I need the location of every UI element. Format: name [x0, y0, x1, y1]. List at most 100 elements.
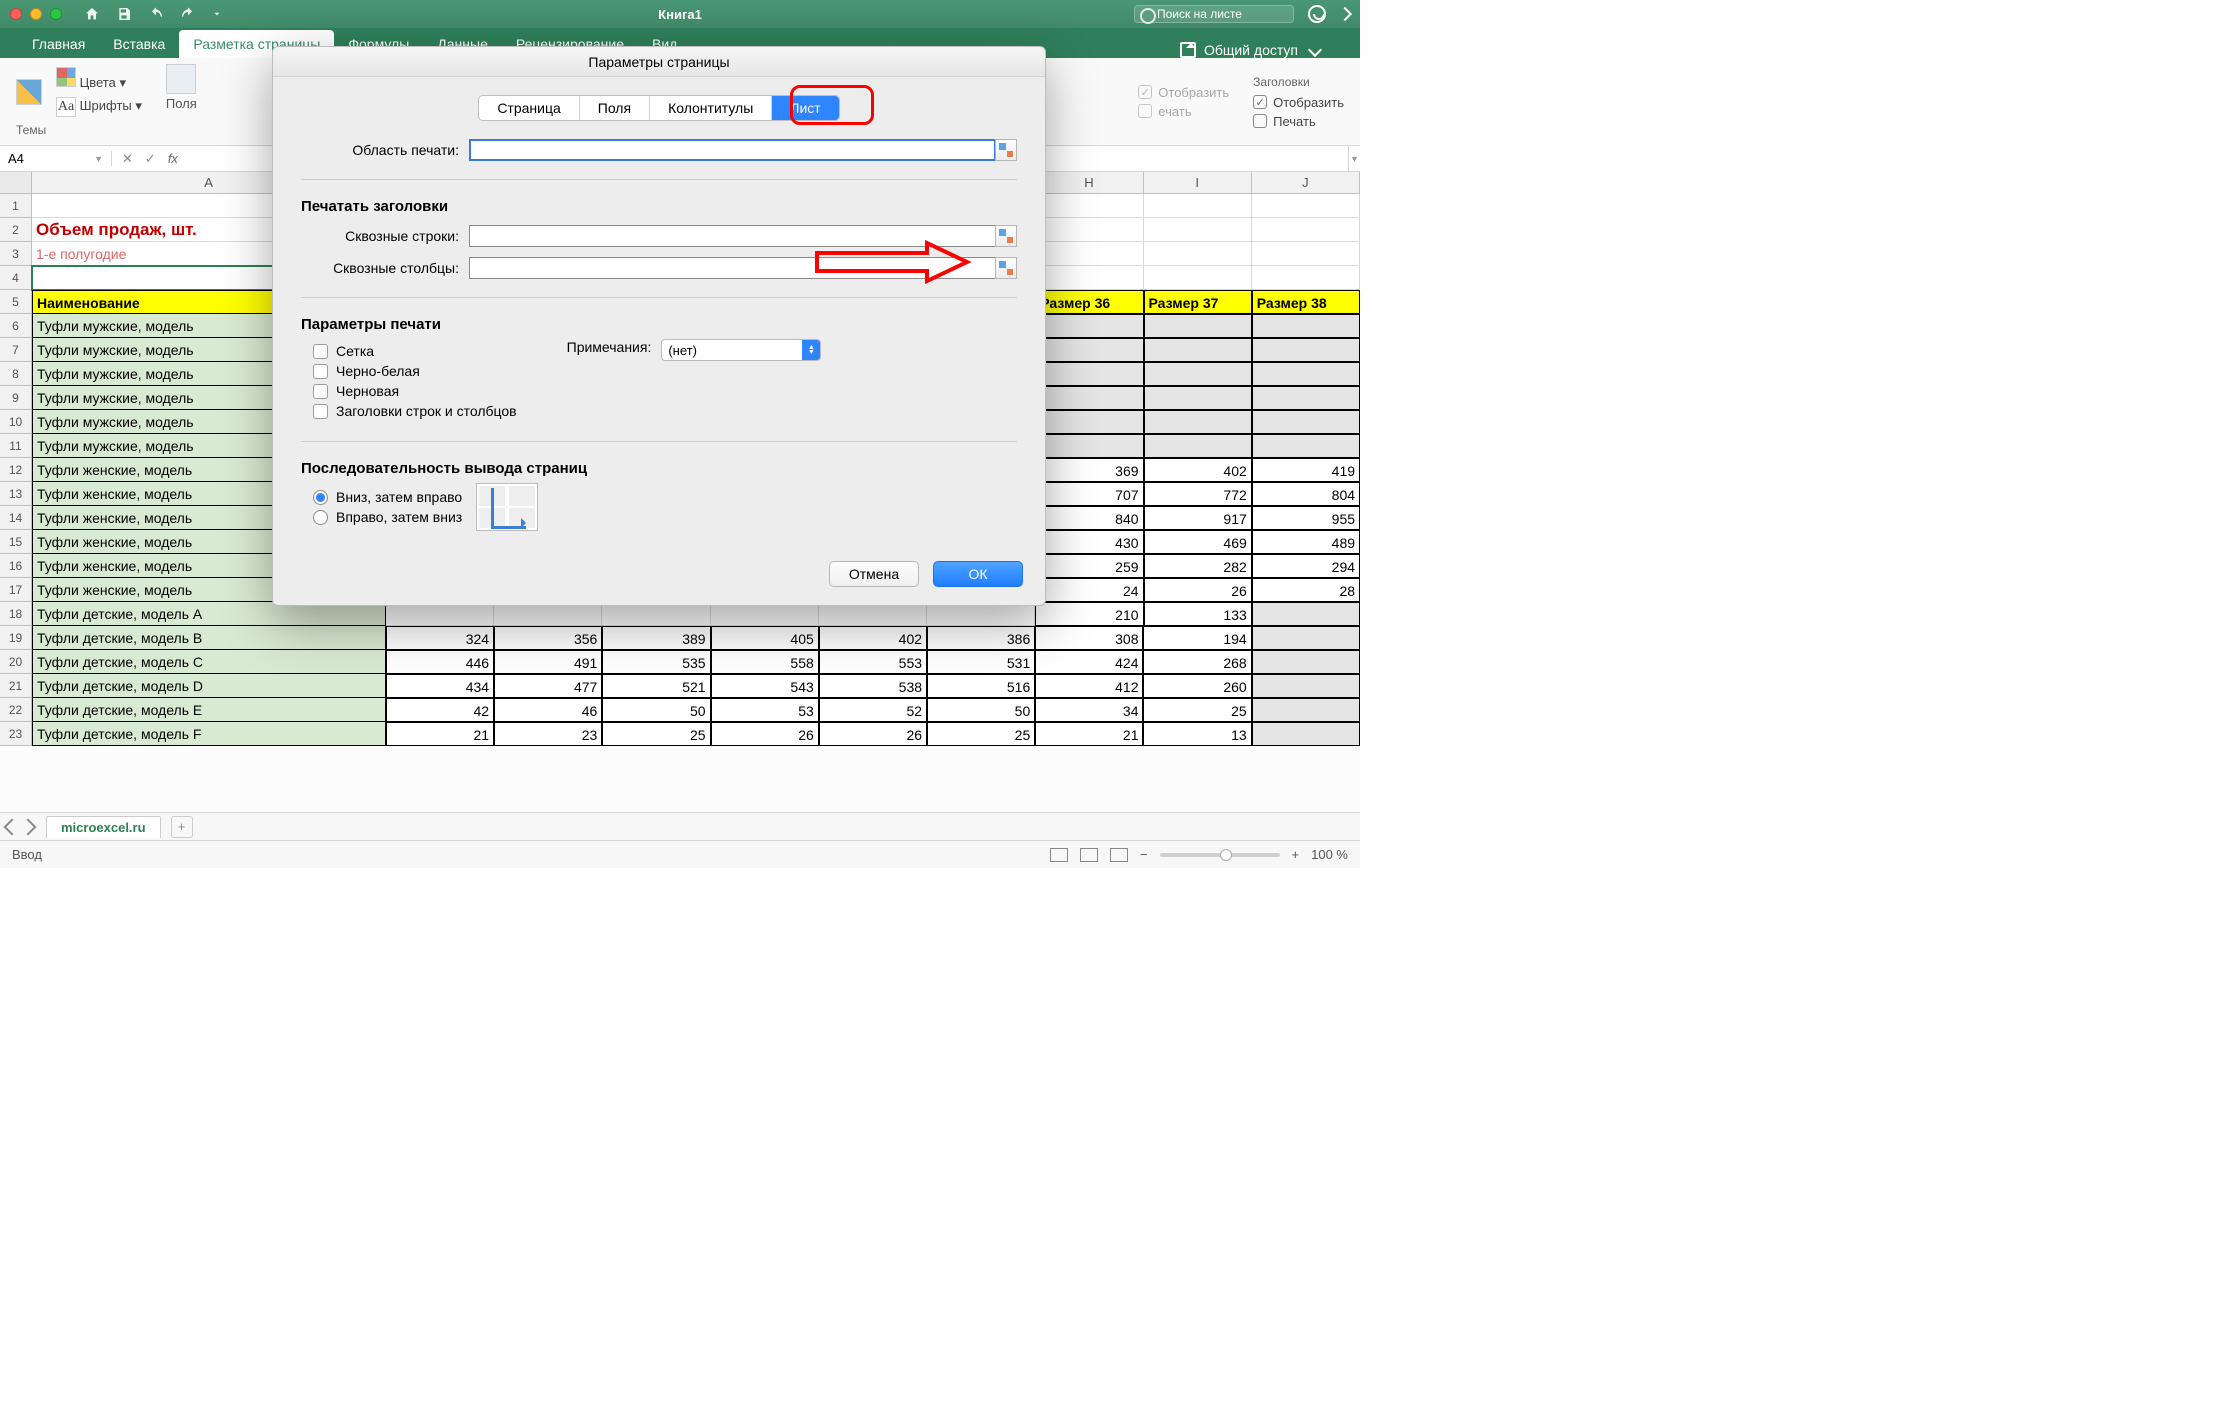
cell[interactable]: 21 — [1035, 722, 1143, 746]
zoom-window-icon[interactable] — [50, 8, 62, 20]
row-header-8[interactable]: 8 — [0, 362, 32, 386]
row-header-19[interactable]: 19 — [0, 626, 32, 650]
gridlines-checkbox[interactable]: Сетка — [313, 343, 517, 359]
cancel-formula-icon[interactable]: ✕ — [122, 151, 133, 167]
dialog-tab-headerfooter[interactable]: Колонтитулы — [650, 96, 772, 120]
expand-formula-bar-icon[interactable]: ▼ — [1348, 146, 1360, 171]
cell[interactable]: 282 — [1144, 554, 1252, 578]
cell[interactable]: 531 — [927, 650, 1035, 674]
cell[interactable]: Туфли детские, модель E — [32, 698, 386, 722]
cell[interactable]: 419 — [1252, 458, 1360, 482]
cell[interactable]: Размер 38 — [1252, 290, 1360, 314]
row-header-4[interactable]: 4 — [0, 266, 32, 290]
cell[interactable] — [1252, 362, 1360, 386]
col-header-I[interactable]: I — [1144, 172, 1252, 194]
fx-icon[interactable]: fx — [168, 151, 178, 167]
cell[interactable]: 13 — [1143, 722, 1251, 746]
cell[interactable]: 26 — [1144, 578, 1252, 602]
cell[interactable] — [1252, 698, 1360, 722]
minimize-window-icon[interactable] — [30, 8, 42, 20]
home-icon[interactable] — [84, 6, 100, 22]
cell[interactable] — [1144, 242, 1252, 266]
row-col-headings-checkbox[interactable]: Заголовки строк и столбцов — [313, 403, 517, 419]
themes-gallery-icon[interactable] — [16, 79, 42, 105]
row-header-17[interactable]: 17 — [0, 578, 32, 602]
row-header-5[interactable]: 5 — [0, 290, 32, 314]
cell[interactable]: 324 — [386, 626, 494, 650]
undo-icon[interactable] — [148, 6, 164, 22]
cell[interactable]: 21 — [386, 722, 494, 746]
cell[interactable]: 133 — [1144, 602, 1252, 626]
cell[interactable] — [1252, 386, 1360, 410]
gridlines-view-checkbox[interactable]: Отобразить — [1138, 85, 1229, 100]
cell[interactable]: 308 — [1035, 626, 1143, 650]
headings-view-checkbox[interactable]: Отобразить — [1253, 95, 1344, 110]
cell[interactable]: 489 — [1252, 530, 1360, 554]
cell[interactable] — [1144, 410, 1252, 434]
cell[interactable] — [1035, 242, 1143, 266]
sheet-tab-nav[interactable] — [6, 821, 34, 833]
row-header-14[interactable]: 14 — [0, 506, 32, 530]
cell[interactable]: 25 — [1143, 698, 1251, 722]
cell[interactable] — [1252, 194, 1360, 218]
zoom-slider[interactable] — [1160, 853, 1280, 857]
cell[interactable]: 535 — [602, 650, 710, 674]
cell[interactable]: 477 — [494, 674, 602, 698]
collapse-ribbon-icon[interactable] — [1338, 7, 1352, 21]
print-area-collapse-button[interactable] — [995, 139, 1017, 161]
cell[interactable]: 538 — [819, 674, 927, 698]
cell[interactable]: 707 — [1035, 482, 1143, 506]
row-header-21[interactable]: 21 — [0, 674, 32, 698]
cell[interactable]: 52 — [819, 698, 927, 722]
cell[interactable]: 259 — [1035, 554, 1143, 578]
cell[interactable]: 386 — [927, 626, 1035, 650]
zoom-level[interactable]: 100 % — [1311, 847, 1348, 862]
cell[interactable]: 917 — [1144, 506, 1252, 530]
cell[interactable]: 389 — [602, 626, 710, 650]
cell[interactable]: Туфли детские, модель D — [32, 674, 386, 698]
zoom-in-button[interactable]: + — [1292, 847, 1300, 862]
row-header-15[interactable]: 15 — [0, 530, 32, 554]
cell[interactable]: Туфли детские, модель F — [32, 722, 386, 746]
cell[interactable]: 34 — [1035, 698, 1143, 722]
row-header-13[interactable]: 13 — [0, 482, 32, 506]
cell[interactable] — [1035, 362, 1143, 386]
cell[interactable] — [1252, 410, 1360, 434]
cell[interactable] — [1144, 434, 1252, 458]
col-header-J[interactable]: J — [1252, 172, 1360, 194]
cell[interactable] — [1144, 362, 1252, 386]
qat-customize-icon[interactable] — [212, 6, 222, 22]
cell[interactable]: 268 — [1143, 650, 1251, 674]
cell[interactable]: 424 — [1035, 650, 1143, 674]
cell[interactable]: 28 — [1252, 578, 1360, 602]
cell[interactable] — [1035, 434, 1143, 458]
page-layout-view-icon[interactable] — [1080, 848, 1098, 862]
cell[interactable]: 558 — [711, 650, 819, 674]
row-header-20[interactable]: 20 — [0, 650, 32, 674]
enter-formula-icon[interactable]: ✓ — [145, 151, 156, 167]
cell[interactable]: 412 — [1035, 674, 1143, 698]
cell[interactable]: 430 — [1035, 530, 1143, 554]
cell[interactable] — [1252, 650, 1360, 674]
row-header-6[interactable]: 6 — [0, 314, 32, 338]
cell[interactable] — [1252, 314, 1360, 338]
cell[interactable]: 25 — [602, 722, 710, 746]
cell[interactable]: 369 — [1035, 458, 1143, 482]
cell[interactable]: 772 — [1144, 482, 1252, 506]
cell[interactable] — [1252, 266, 1360, 290]
cell[interactable]: 26 — [819, 722, 927, 746]
select-all-corner[interactable] — [0, 172, 32, 194]
cell[interactable]: 840 — [1035, 506, 1143, 530]
dialog-tab-sheet[interactable]: Лист — [772, 96, 838, 120]
cell[interactable]: 543 — [711, 674, 819, 698]
fonts-button[interactable]: Aa Шрифты ▾ — [56, 97, 142, 117]
cell[interactable] — [1252, 338, 1360, 362]
cell[interactable]: 24 — [1035, 578, 1143, 602]
cell[interactable] — [1252, 242, 1360, 266]
cell[interactable]: 50 — [927, 698, 1035, 722]
page-break-view-icon[interactable] — [1110, 848, 1128, 862]
cell[interactable] — [1035, 218, 1143, 242]
cell[interactable]: 491 — [494, 650, 602, 674]
cell[interactable]: Размер 36 — [1035, 290, 1143, 314]
cell[interactable]: 446 — [386, 650, 494, 674]
